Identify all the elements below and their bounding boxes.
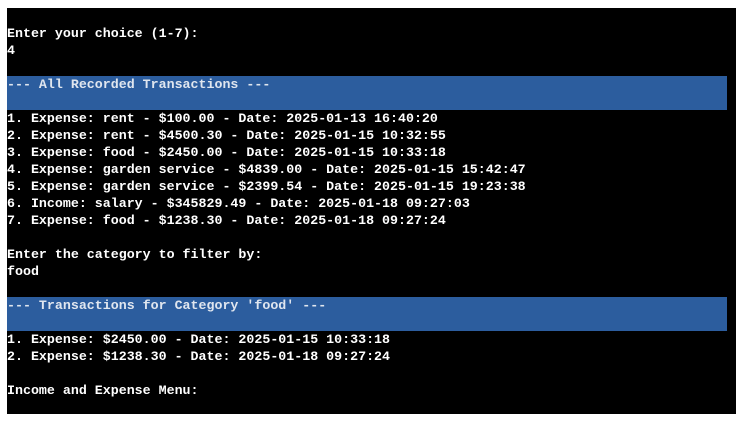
choice-input-value: 4 (7, 43, 15, 58)
transaction-line: 1. Expense: rent - $100.00 - Date: 2025-… (7, 111, 438, 126)
all-transactions-header: --- All Recorded Transactions --- (7, 77, 271, 92)
filtered-transactions-banner: --- Transactions for Category 'food' --- (7, 297, 727, 331)
transaction-line: 3. Expense: food - $2450.00 - Date: 2025… (7, 145, 446, 160)
terminal-window[interactable]: Enter your choice (1-7): 4 --- All Recor… (7, 8, 736, 414)
menu-title: Income and Expense Menu: (7, 383, 199, 398)
all-transactions-banner: --- All Recorded Transactions --- (7, 76, 727, 110)
filtered-transaction-line: 1. Expense: $2450.00 - Date: 2025-01-15 … (7, 332, 391, 347)
transaction-line: 6. Income: salary - $345829.49 - Date: 2… (7, 196, 470, 211)
filtered-transactions-header: --- Transactions for Category 'food' --- (7, 298, 327, 313)
filtered-transaction-line: 2. Expense: $1238.30 - Date: 2025-01-18 … (7, 349, 391, 364)
choice-prompt: Enter your choice (1-7): (7, 26, 199, 41)
transaction-line: 5. Expense: garden service - $2399.54 - … (7, 179, 526, 194)
filter-prompt: Enter the category to filter by: (7, 247, 263, 262)
filter-input-value: food (7, 264, 39, 279)
transaction-line: 7. Expense: food - $1238.30 - Date: 2025… (7, 213, 446, 228)
transaction-line: 2. Expense: rent - $4500.30 - Date: 2025… (7, 128, 446, 143)
transaction-line: 4. Expense: garden service - $4839.00 - … (7, 162, 526, 177)
